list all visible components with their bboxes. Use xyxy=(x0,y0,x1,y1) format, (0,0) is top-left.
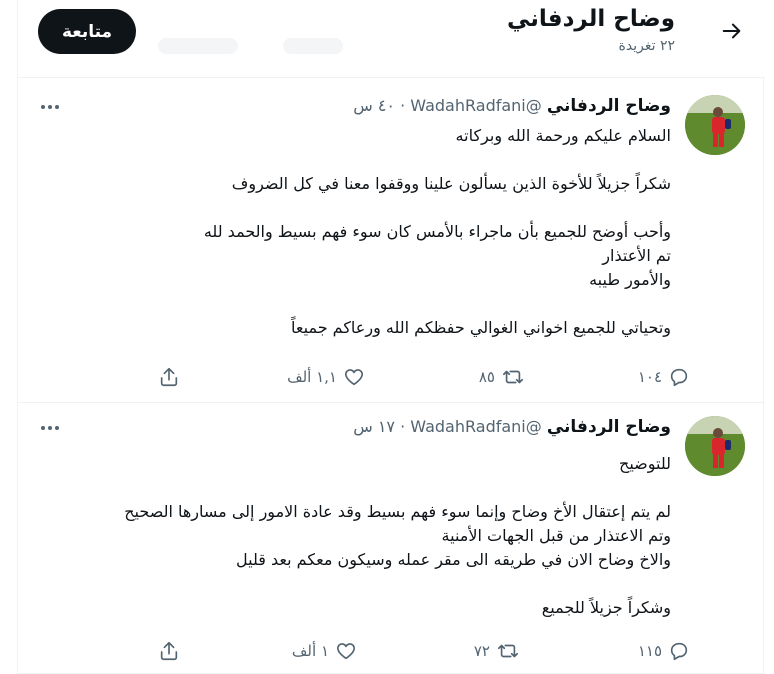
follow-button[interactable]: متابعة xyxy=(38,9,136,54)
retweet-icon xyxy=(503,370,523,384)
arrow-right-icon xyxy=(722,23,741,39)
tweet-actions: ١١٥ ٧٢ ١ ألف xyxy=(18,636,765,666)
tweet-line: والأمور طيبه xyxy=(589,270,671,289)
separator-dot: · xyxy=(400,96,406,115)
author-name[interactable]: وضاح الردفاني xyxy=(547,417,671,437)
reply-icon xyxy=(670,368,688,387)
share-button[interactable] xyxy=(158,362,180,392)
like-button[interactable]: ١,١ ألف xyxy=(287,362,365,392)
author-name[interactable]: وضاح الردفاني xyxy=(547,96,671,116)
more-button[interactable] xyxy=(38,95,62,119)
retweet-icon xyxy=(498,644,518,658)
tweet-meta: وضاح الردفاني @WadahRadfani · ١٧ س xyxy=(353,417,671,437)
more-icon xyxy=(41,426,59,430)
tweet-line: وتحياتي للجميع اخواني الغوالي حفظكم الله… xyxy=(291,318,671,337)
tweet-line: السلام عليكم ورحمة الله وبركاته xyxy=(455,126,671,145)
retweet-button[interactable]: ٨٥ xyxy=(479,362,525,392)
more-button[interactable] xyxy=(38,416,62,440)
like-count: ١ ألف xyxy=(291,642,329,660)
reply-count: ١٠٤ xyxy=(637,368,662,386)
placeholder-bar xyxy=(158,38,238,54)
tweet-line: وشكراً جزيلاً للجميع xyxy=(541,598,671,617)
reply-button[interactable]: ١٠٤ xyxy=(638,362,690,392)
tweet[interactable]: وضاح الردفاني @WadahRadfani · ١٧ س للتوض… xyxy=(18,404,765,674)
retweet-count: ٨٥ xyxy=(478,368,495,386)
tweet-time[interactable]: ١٧ س xyxy=(353,417,395,436)
tweet-text: للتوضيح لم يتم إعتقال الأخ وضاح وإنما سو… xyxy=(41,452,671,620)
tweet-time[interactable]: ٤٠ س xyxy=(353,96,395,115)
retweet-count: ٧٢ xyxy=(473,642,490,660)
heart-icon xyxy=(344,369,364,386)
tweet-line: لم يتم إعتقال الأخ وضاح وإنما سوء فهم بس… xyxy=(124,502,671,521)
tweet-meta: وضاح الردفاني @WadahRadfani · ٤٠ س xyxy=(353,96,671,116)
like-count: ١,١ ألف xyxy=(287,368,337,386)
profile-name: وضاح الردفاني xyxy=(507,6,675,32)
tweet-actions: ١٠٤ ٨٥ ١,١ ألف xyxy=(18,362,765,392)
profile-header: وضاح الردفاني ٢٢ تغريدة متابعة xyxy=(18,0,765,78)
back-button[interactable] xyxy=(717,16,747,46)
reply-button[interactable]: ١١٥ xyxy=(638,636,690,666)
like-button[interactable]: ١ ألف xyxy=(292,636,357,666)
tweet-line: وتم الاعتذار من قبل الجهات الأمنية xyxy=(441,526,671,545)
reply-icon xyxy=(670,642,688,661)
retweet-button[interactable]: ٧٢ xyxy=(474,636,520,666)
tweet-text: السلام عليكم ورحمة الله وبركاته شكراً جز… xyxy=(41,124,671,340)
heart-icon xyxy=(336,643,356,660)
tweet-line: شكراً جزيلاً للأخوة الذين يسألون علينا و… xyxy=(231,174,671,193)
avatar[interactable] xyxy=(685,416,745,476)
placeholder-bar xyxy=(283,38,343,54)
share-icon xyxy=(160,367,178,387)
tweet-line: وأحب أوضح للجميع بأن ماجراء بالأمس كان س… xyxy=(203,222,671,241)
more-icon xyxy=(41,105,59,109)
tweet-line: والاخ وضاح الان في طريقه الى مقر عمله وس… xyxy=(236,550,671,569)
profile-timeline: وضاح الردفاني ٢٢ تغريدة متابعة وضاح الرد… xyxy=(17,0,765,674)
share-button[interactable] xyxy=(158,636,180,666)
tweet[interactable]: وضاح الردفاني @WadahRadfani · ٤٠ س السلا… xyxy=(18,83,765,403)
author-handle[interactable]: @WadahRadfani xyxy=(410,96,541,115)
tweet-count: ٢٢ تغريدة xyxy=(618,38,675,54)
tweet-line: تم الأعتذار xyxy=(602,246,671,265)
share-icon xyxy=(160,641,178,661)
separator-dot: · xyxy=(400,417,406,436)
avatar[interactable] xyxy=(685,95,745,155)
reply-count: ١١٥ xyxy=(637,642,662,660)
tweet-line: للتوضيح xyxy=(618,454,671,473)
author-handle[interactable]: @WadahRadfani xyxy=(410,417,541,436)
